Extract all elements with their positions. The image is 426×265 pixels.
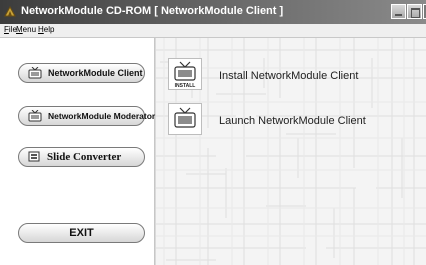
exit-button[interactable]: EXIT (18, 223, 145, 243)
slide-converter-button[interactable]: Slide Converter (18, 147, 145, 167)
button-label: NetworkModule Moderator (48, 111, 156, 121)
tv-icon (174, 107, 196, 128)
install-client-link[interactable]: Install NetworkModule Client (219, 70, 358, 82)
launch-client-icon-button[interactable] (168, 103, 202, 135)
title-bar[interactable]: NetworkModule CD-ROM [ NetworkModule Cli… (0, 0, 426, 24)
slide-icon (28, 151, 40, 162)
tv-icon (28, 67, 42, 79)
button-label: NetworkModule Client (48, 68, 143, 78)
networkmodule-client-button[interactable]: NetworkModule Client (18, 63, 145, 83)
menu-file[interactable]: File (4, 25, 17, 34)
maximize-button[interactable] (407, 4, 422, 19)
menu-bar: File Menu Help (0, 24, 426, 38)
app-icon (4, 5, 16, 17)
install-icon-caption: INSTALL (175, 83, 196, 89)
panel-divider (154, 38, 156, 265)
minimize-button[interactable] (391, 4, 406, 19)
maximize-icon (411, 8, 420, 18)
launch-client-link[interactable]: Launch NetworkModule Client (219, 115, 366, 127)
button-label: EXIT (69, 227, 94, 239)
app-window: NetworkModule CD-ROM [ NetworkModule Cli… (0, 0, 426, 265)
button-label: Slide Converter (47, 151, 122, 163)
tv-icon (28, 110, 42, 122)
networkmodule-moderator-button[interactable]: NetworkModule Moderator (18, 106, 155, 126)
menu-menu[interactable]: Menu (16, 25, 36, 34)
minimize-icon (395, 14, 402, 16)
install-tv-icon: INSTALL (174, 61, 196, 89)
window-title: NetworkModule CD-ROM [ NetworkModule Cli… (21, 5, 284, 17)
menu-help[interactable]: Help (38, 25, 54, 34)
install-client-icon-button[interactable]: INSTALL (168, 58, 202, 90)
